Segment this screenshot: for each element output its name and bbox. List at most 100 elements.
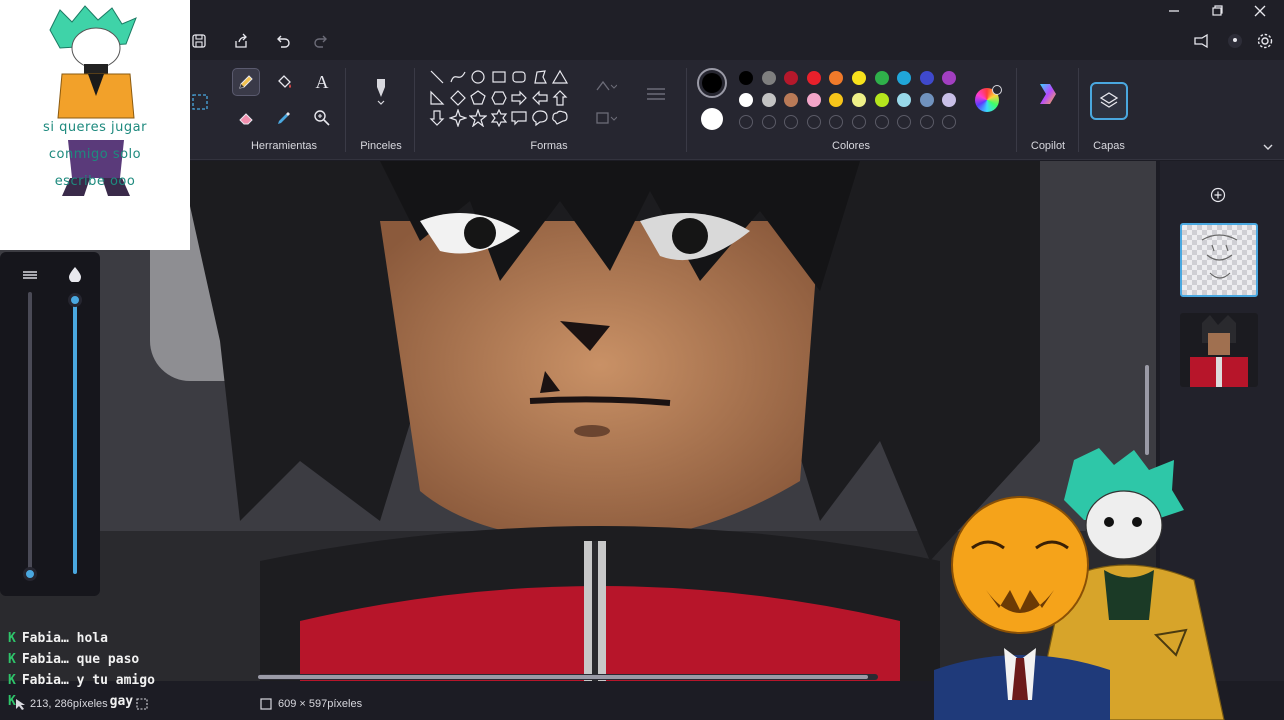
layer-thumbnail-painting[interactable] xyxy=(1180,313,1258,387)
color-swatch[interactable] xyxy=(784,93,799,107)
layer-thumbnail-sketch[interactable] xyxy=(1180,223,1258,297)
horizontal-scroll-thumb[interactable] xyxy=(258,675,868,679)
color-swatch[interactable] xyxy=(761,93,776,107)
size-slider-thumb[interactable] xyxy=(23,567,37,581)
color-swatch[interactable] xyxy=(761,71,776,85)
fill-tool[interactable] xyxy=(270,68,298,96)
custom-color-slot[interactable] xyxy=(942,115,957,129)
selection-tool[interactable] xyxy=(186,88,214,116)
color-swatch[interactable] xyxy=(897,93,912,107)
star-six-shape-button[interactable] xyxy=(490,109,508,127)
ribbon-collapse-button[interactable] xyxy=(1262,140,1274,158)
close-button[interactable] xyxy=(1239,0,1281,22)
shapes-group-label: Formas xyxy=(530,140,568,152)
custom-color-slot[interactable] xyxy=(761,115,776,129)
callout-rect-shape-button[interactable] xyxy=(510,109,528,127)
line-shape-button[interactable] xyxy=(428,68,446,86)
right-triangle-shape-button[interactable] xyxy=(428,89,446,107)
callout-cloud-shape-button[interactable] xyxy=(551,109,569,127)
copilot-button[interactable] xyxy=(1034,80,1062,108)
shape-fill-button[interactable] xyxy=(592,104,620,132)
color-swatch[interactable] xyxy=(942,71,957,85)
minimize-button[interactable] xyxy=(1153,0,1195,22)
eraser-tool[interactable] xyxy=(232,104,260,132)
line-style-icon xyxy=(647,88,665,100)
color-swatch[interactable] xyxy=(919,71,934,85)
custom-color-slot[interactable] xyxy=(897,115,912,129)
color-swatch[interactable] xyxy=(806,93,821,107)
color-swatch[interactable] xyxy=(852,71,866,85)
pencil-tool[interactable] xyxy=(232,68,260,96)
color-swatch[interactable] xyxy=(897,71,912,85)
color-swatch[interactable] xyxy=(919,93,934,107)
horizontal-scrollbar[interactable] xyxy=(258,674,878,680)
custom-color-slot[interactable] xyxy=(852,115,866,129)
arrow-up-shape-button[interactable] xyxy=(551,89,569,107)
shape-outline-button[interactable] xyxy=(592,72,620,100)
brush-slider-panel xyxy=(0,252,100,596)
custom-color-slot[interactable] xyxy=(739,115,753,129)
polygon-shape-button[interactable] xyxy=(531,68,549,86)
chat-username: Fabia… xyxy=(21,631,69,646)
color-swatch[interactable] xyxy=(739,93,753,107)
overlay-line-2: conmigo solo xyxy=(48,147,142,162)
primary-color-ring[interactable] xyxy=(697,68,727,98)
size-slider-track[interactable] xyxy=(28,292,32,574)
rounded-rect-shape-button[interactable] xyxy=(510,68,528,86)
share-button[interactable] xyxy=(228,28,254,54)
diamond-shape-button[interactable] xyxy=(449,89,467,107)
opacity-slider-thumb[interactable] xyxy=(68,293,82,307)
custom-color-slot[interactable] xyxy=(784,115,799,129)
oval-shape-button[interactable] xyxy=(469,68,487,86)
arrow-left-shape-button[interactable] xyxy=(531,89,549,107)
color-swatch[interactable] xyxy=(784,71,799,85)
secondary-color[interactable] xyxy=(701,108,723,130)
arrow-right-shape-button[interactable] xyxy=(510,89,528,107)
hexagon-shape-button[interactable] xyxy=(490,89,508,107)
callout-oval-shape-button[interactable] xyxy=(531,109,549,127)
restore-button[interactable] xyxy=(1196,0,1238,22)
chevron-down-icon xyxy=(1263,144,1273,150)
fill-bucket-icon xyxy=(278,75,291,88)
triangle-shape-button[interactable] xyxy=(551,68,569,86)
settings-button[interactable] xyxy=(1252,28,1278,54)
custom-color-slot[interactable] xyxy=(806,115,821,129)
opacity-slider-track[interactable] xyxy=(73,300,77,574)
text-tool[interactable]: A xyxy=(308,68,336,96)
star-five-shape-button[interactable] xyxy=(469,109,487,127)
overlay-line-3: escribe ooo xyxy=(54,174,136,189)
vertical-scrollbar[interactable] xyxy=(1144,170,1150,470)
undo-button[interactable] xyxy=(270,28,296,54)
shape-style-button[interactable] xyxy=(642,80,670,108)
redo-button[interactable] xyxy=(308,28,334,54)
custom-color-slot[interactable] xyxy=(919,115,934,129)
color-swatch[interactable] xyxy=(942,93,957,107)
curve-shape-button[interactable] xyxy=(449,68,467,86)
brushes-button[interactable] xyxy=(367,78,395,106)
layers-button[interactable] xyxy=(1090,82,1128,120)
star-four-shape-button[interactable] xyxy=(448,109,467,127)
feedback-button[interactable] xyxy=(1188,28,1214,54)
color-swatch[interactable] xyxy=(874,93,889,107)
color-swatch[interactable] xyxy=(829,93,844,107)
magnifier-tool[interactable] xyxy=(308,104,336,132)
color-swatch[interactable] xyxy=(806,71,821,85)
pentagon-shape-button[interactable] xyxy=(469,89,487,107)
color-swatch[interactable] xyxy=(852,93,866,107)
color-picker-tool[interactable] xyxy=(270,104,298,132)
arrow-down-icon xyxy=(429,110,445,126)
account-button[interactable] xyxy=(1222,28,1248,54)
arrow-down-shape-button[interactable] xyxy=(428,109,446,127)
divider xyxy=(1078,68,1079,152)
rectangle-shape-button[interactable] xyxy=(490,68,508,86)
sketch-thumbnail-image xyxy=(1201,234,1238,279)
add-layer-button[interactable] xyxy=(1210,187,1226,208)
edit-colors-button[interactable] xyxy=(975,85,1002,112)
chat-username: Fabia… xyxy=(21,652,69,667)
custom-color-slot[interactable] xyxy=(829,115,844,129)
color-swatch[interactable] xyxy=(829,71,844,85)
color-swatch[interactable] xyxy=(739,71,753,85)
custom-color-slot[interactable] xyxy=(874,115,889,129)
chat-text: hola xyxy=(76,631,108,646)
color-swatch[interactable] xyxy=(874,71,889,85)
